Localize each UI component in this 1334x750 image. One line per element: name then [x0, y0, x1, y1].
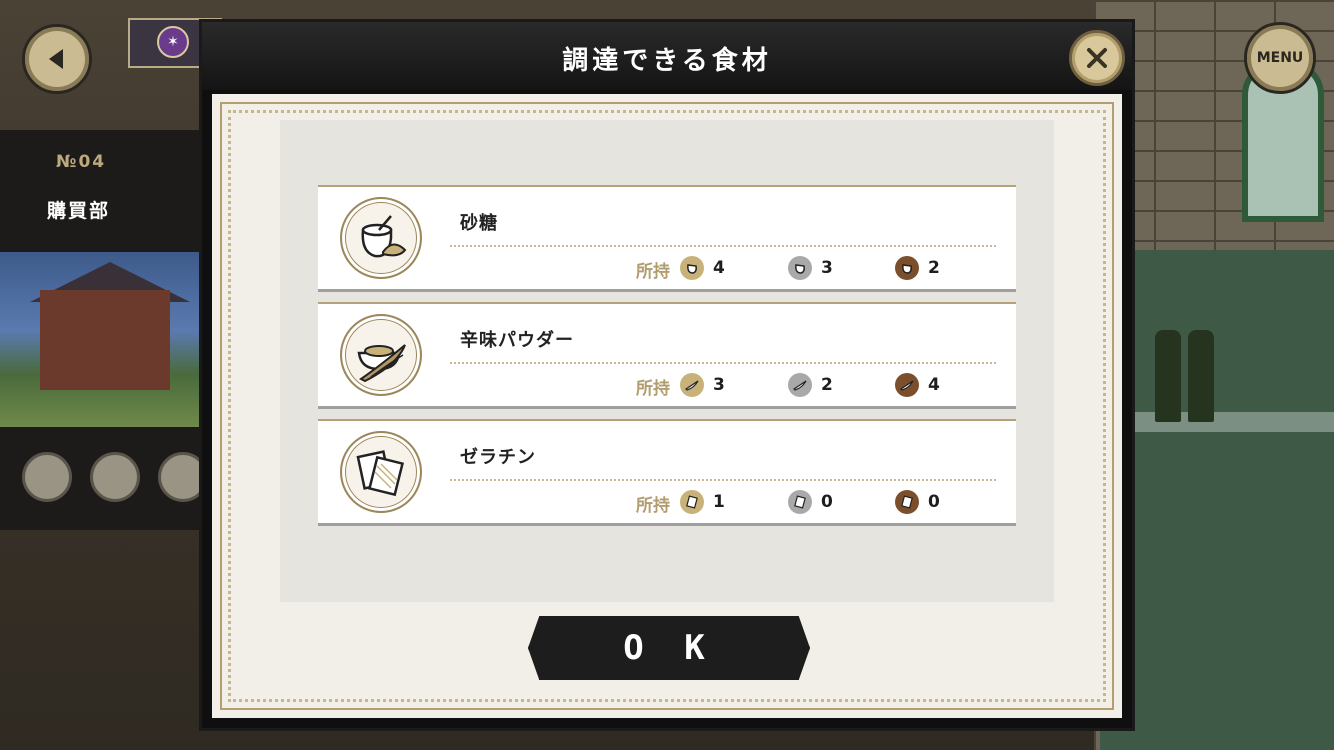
ingredients-modal: 調達できる食材 砂糖 所持 4 3 2 辛味パウダー 所持 3 2 4 ゼラチン…	[202, 22, 1132, 728]
modal-header: 調達できる食材	[202, 22, 1132, 90]
grade-bronze-count: 2	[895, 256, 940, 280]
grade-silver-count: 2	[788, 373, 833, 397]
ingredient-list: 砂糖 所持 4 3 2 辛味パウダー 所持 3 2 4 ゼラチン 所持 1 0 …	[280, 120, 1054, 602]
count-gold: 1	[713, 492, 725, 512]
owned-label: 所持	[636, 262, 670, 282]
owned-label: 所持	[636, 496, 670, 516]
sugar-grade-icon	[895, 256, 919, 280]
gelatin-grade-icon	[895, 490, 919, 514]
back-arrow-icon	[49, 49, 63, 69]
kitchen-counter	[1100, 250, 1334, 750]
spicy-powder-icon	[357, 344, 406, 383]
count-gold: 3	[713, 375, 725, 395]
spicy-powder-grade-icon	[895, 373, 919, 397]
grade-gold-count: 4	[680, 256, 725, 280]
location-name: 購買部	[47, 200, 111, 222]
close-icon	[1087, 48, 1107, 68]
grade-silver-count: 3	[788, 256, 833, 280]
item-icon-frame	[340, 431, 422, 513]
count-silver: 0	[821, 492, 833, 512]
spicy-powder-grade-icon	[680, 373, 704, 397]
list-item: 辛味パウダー 所持 3 2 4	[318, 302, 1016, 409]
owned-label: 所持	[636, 379, 670, 399]
bottle	[1188, 330, 1214, 422]
location-item-icons	[0, 440, 215, 530]
divider	[450, 245, 996, 247]
count-silver: 3	[821, 258, 833, 278]
ok-button[interactable]: O K	[528, 616, 810, 680]
list-item: 砂糖 所持 4 3 2	[318, 185, 1016, 292]
house	[40, 290, 170, 390]
crate-icon[interactable]	[90, 452, 140, 502]
item-icon-frame	[340, 314, 422, 396]
clam-icon[interactable]	[22, 452, 72, 502]
back-button[interactable]	[22, 24, 92, 94]
gelatin-grade-icon	[788, 490, 812, 514]
count-bronze: 4	[928, 375, 940, 395]
divider	[450, 362, 996, 364]
gelatin-icon	[356, 450, 404, 497]
grade-silver-count: 0	[788, 490, 833, 514]
item-name: 辛味パウダー	[460, 330, 574, 351]
close-button[interactable]	[1069, 30, 1125, 86]
count-silver: 2	[821, 375, 833, 395]
pie-icon[interactable]	[158, 452, 208, 502]
menu-button[interactable]: MENU	[1244, 22, 1316, 94]
grade-bronze-count: 0	[895, 490, 940, 514]
divider	[450, 479, 996, 481]
item-name: ゼラチン	[460, 447, 536, 468]
ok-button-label: O K	[623, 628, 715, 668]
sugar-icon	[361, 215, 407, 258]
grade-gold-count: 1	[680, 490, 725, 514]
grade-gold-count: 3	[680, 373, 725, 397]
count-bronze: 0	[928, 492, 940, 512]
count-gold: 4	[713, 258, 725, 278]
modal-title: 調達できる食材	[562, 46, 772, 76]
count-bronze: 2	[928, 258, 940, 278]
star-badge-icon: ✶	[157, 26, 189, 58]
list-item: ゼラチン 所持 1 0 0	[318, 419, 1016, 526]
gelatin-grade-icon	[680, 490, 704, 514]
location-number: №04	[56, 152, 107, 172]
bottle	[1155, 330, 1181, 422]
item-name: 砂糖	[460, 213, 498, 234]
spicy-powder-grade-icon	[788, 373, 812, 397]
sugar-grade-icon	[680, 256, 704, 280]
item-icon-frame	[340, 197, 422, 279]
modal-body: 砂糖 所持 4 3 2 辛味パウダー 所持 3 2 4 ゼラチン 所持 1 0 …	[212, 94, 1122, 718]
grade-bronze-count: 4	[895, 373, 940, 397]
sugar-grade-icon	[788, 256, 812, 280]
